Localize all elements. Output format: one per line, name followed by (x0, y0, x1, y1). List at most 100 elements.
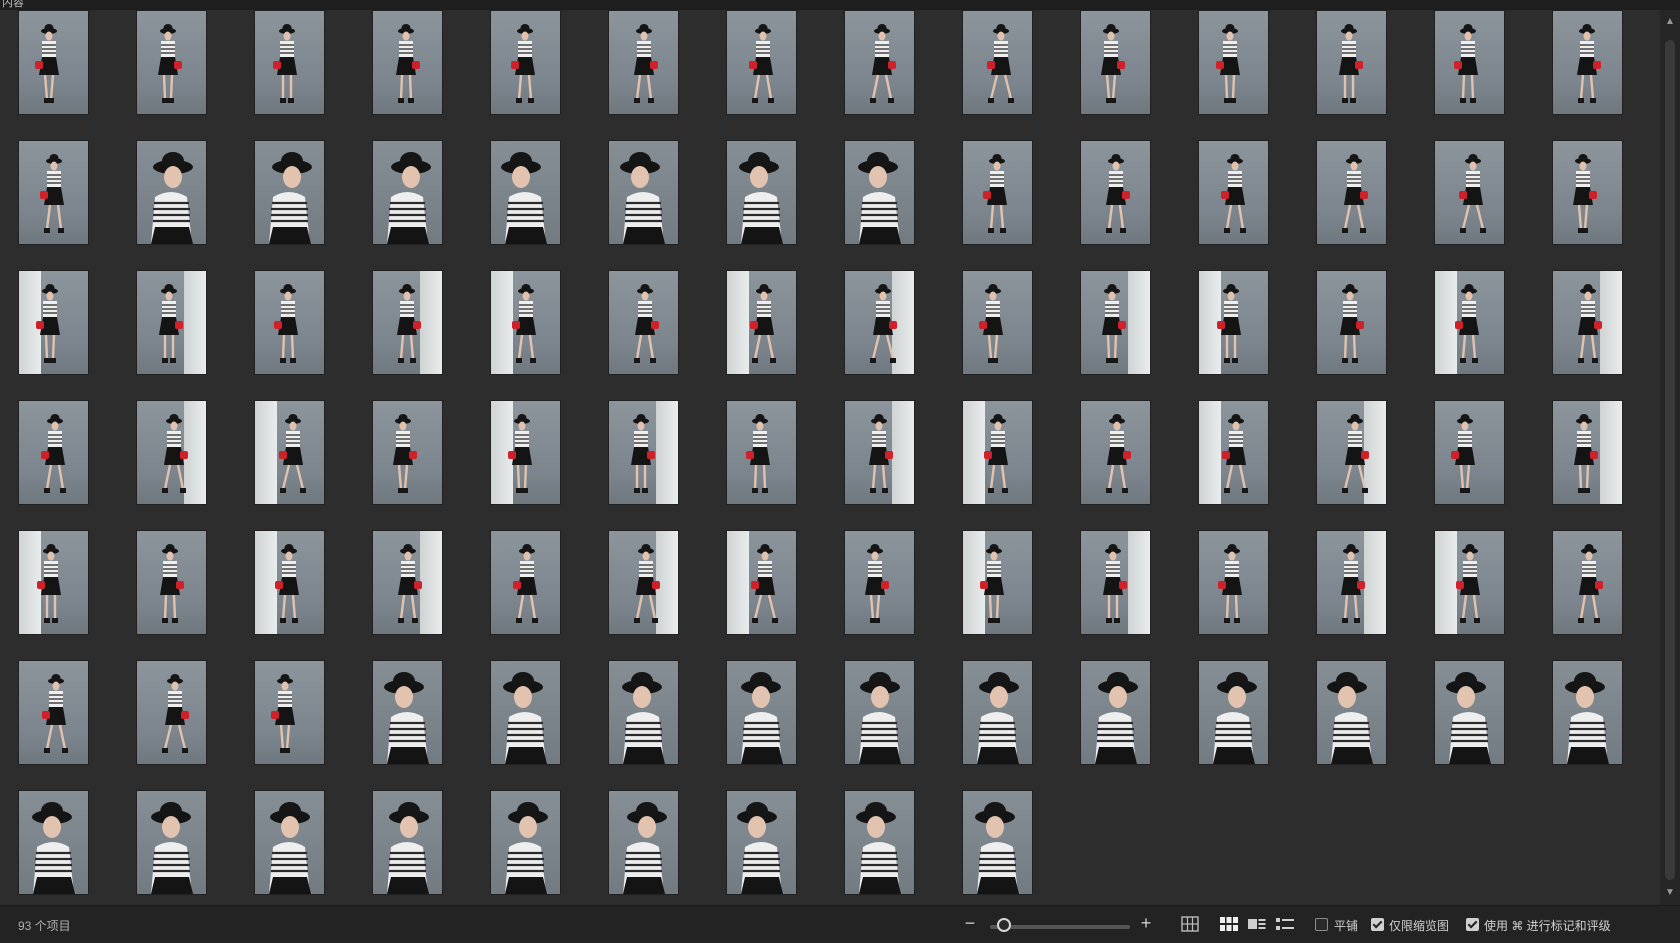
photo-thumbnail[interactable] (373, 271, 442, 374)
photo-thumbnail[interactable] (137, 401, 206, 504)
photo-thumbnail[interactable] (1081, 11, 1150, 114)
photo-thumbnail[interactable] (137, 661, 206, 764)
photo-thumbnail[interactable] (845, 11, 914, 114)
photo-thumbnail[interactable] (1553, 661, 1622, 764)
photo-thumbnail[interactable] (1317, 11, 1386, 114)
photo-thumbnail[interactable] (373, 661, 442, 764)
photo-thumbnail[interactable] (963, 141, 1032, 244)
photo-thumbnail[interactable] (727, 531, 796, 634)
zoom-in-button[interactable]: + (1137, 912, 1155, 934)
photo-thumbnail[interactable] (1553, 401, 1622, 504)
photo-thumbnail[interactable] (255, 271, 324, 374)
photo-thumbnail[interactable] (1435, 661, 1504, 764)
photo-thumbnail[interactable] (19, 401, 88, 504)
photo-thumbnail[interactable] (609, 271, 678, 374)
photo-thumbnail[interactable] (845, 531, 914, 634)
photo-thumbnail[interactable] (1435, 401, 1504, 504)
photo-thumbnail[interactable] (137, 141, 206, 244)
large-grid-icon[interactable] (1181, 916, 1199, 932)
photo-thumbnail[interactable] (137, 271, 206, 374)
list-icon[interactable] (1276, 916, 1294, 932)
photo-thumbnail[interactable] (727, 661, 796, 764)
photo-thumbnail[interactable] (845, 271, 914, 374)
photo-thumbnail[interactable] (19, 791, 88, 894)
photo-thumbnail[interactable] (963, 531, 1032, 634)
photo-thumbnail[interactable] (1199, 401, 1268, 504)
photo-thumbnail[interactable] (491, 401, 560, 504)
photo-thumbnail[interactable] (1553, 141, 1622, 244)
photo-thumbnail[interactable] (727, 791, 796, 894)
photo-thumbnail[interactable] (137, 791, 206, 894)
photo-thumbnail[interactable] (373, 791, 442, 894)
photo-thumbnail[interactable] (255, 401, 324, 504)
photo-thumbnail[interactable] (491, 531, 560, 634)
photo-thumbnail[interactable] (255, 11, 324, 114)
slider-knob[interactable] (997, 918, 1011, 932)
grid-icon[interactable] (1220, 916, 1238, 932)
photo-thumbnail[interactable] (963, 271, 1032, 374)
thumbnails-only-checkbox[interactable] (1371, 918, 1384, 931)
photo-thumbnail[interactable] (373, 401, 442, 504)
photo-thumbnail[interactable] (1317, 661, 1386, 764)
photo-thumbnail[interactable] (1199, 661, 1268, 764)
photo-thumbnail[interactable] (491, 11, 560, 114)
photo-thumbnail[interactable] (491, 271, 560, 374)
photo-thumbnail[interactable] (491, 141, 560, 244)
photo-thumbnail[interactable] (1081, 531, 1150, 634)
photo-thumbnail[interactable] (373, 11, 442, 114)
photo-thumbnail[interactable] (609, 661, 678, 764)
photo-thumbnail[interactable] (845, 661, 914, 764)
photo-thumbnail[interactable] (1553, 271, 1622, 374)
photo-thumbnail[interactable] (1553, 531, 1622, 634)
photo-thumbnail[interactable] (1081, 661, 1150, 764)
photo-thumbnail[interactable] (1199, 531, 1268, 634)
photo-thumbnail[interactable] (727, 401, 796, 504)
photo-thumbnail[interactable] (255, 661, 324, 764)
photo-thumbnail[interactable] (1435, 141, 1504, 244)
photo-thumbnail[interactable] (963, 791, 1032, 894)
photo-thumbnail[interactable] (1317, 271, 1386, 374)
use-cmd-rating-checkbox[interactable] (1466, 918, 1479, 931)
thumbnail-size-slider[interactable] (990, 925, 1130, 929)
photo-thumbnail[interactable] (963, 661, 1032, 764)
photo-thumbnail[interactable] (845, 791, 914, 894)
photo-thumbnail[interactable] (1081, 271, 1150, 374)
scroll-down-icon[interactable]: ▼ (1664, 887, 1676, 899)
photo-thumbnail[interactable] (1199, 11, 1268, 114)
photo-thumbnail[interactable] (1553, 11, 1622, 114)
photo-thumbnail[interactable] (727, 11, 796, 114)
photo-thumbnail[interactable] (609, 791, 678, 894)
photo-thumbnail[interactable] (845, 141, 914, 244)
photo-thumbnail[interactable] (1199, 271, 1268, 374)
scroll-up-icon[interactable]: ▲ (1664, 16, 1676, 28)
photo-thumbnail[interactable] (255, 791, 324, 894)
photo-thumbnail[interactable] (609, 401, 678, 504)
photo-thumbnail[interactable] (609, 141, 678, 244)
filmstrip-icon[interactable] (1248, 916, 1266, 932)
photo-thumbnail[interactable] (491, 791, 560, 894)
photo-thumbnail[interactable] (1081, 141, 1150, 244)
photo-thumbnail[interactable] (963, 401, 1032, 504)
photo-thumbnail[interactable] (137, 531, 206, 634)
photo-thumbnail[interactable] (1435, 271, 1504, 374)
photo-thumbnail[interactable] (19, 141, 88, 244)
photo-thumbnail[interactable] (19, 11, 88, 114)
tile-checkbox[interactable] (1315, 918, 1328, 931)
photo-thumbnail[interactable] (1317, 141, 1386, 244)
photo-thumbnail[interactable] (609, 531, 678, 634)
photo-thumbnail[interactable] (963, 11, 1032, 114)
photo-thumbnail[interactable] (373, 531, 442, 634)
photo-thumbnail[interactable] (1435, 11, 1504, 114)
scrollbar-thumb[interactable] (1665, 40, 1675, 880)
photo-thumbnail[interactable] (19, 271, 88, 374)
photo-thumbnail[interactable] (1317, 531, 1386, 634)
photo-thumbnail[interactable] (727, 271, 796, 374)
photo-thumbnail[interactable] (727, 141, 796, 244)
photo-thumbnail[interactable] (609, 11, 678, 114)
vertical-scrollbar[interactable]: ▲ ▼ (1660, 10, 1680, 905)
photo-thumbnail[interactable] (19, 531, 88, 634)
photo-thumbnail[interactable] (1199, 141, 1268, 244)
photo-thumbnail[interactable] (137, 11, 206, 114)
photo-thumbnail[interactable] (19, 661, 88, 764)
photo-thumbnail[interactable] (1435, 531, 1504, 634)
